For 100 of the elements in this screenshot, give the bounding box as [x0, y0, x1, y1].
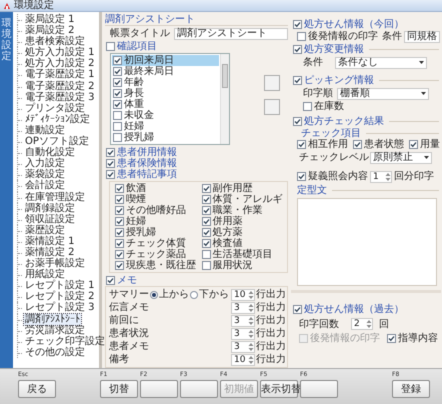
checkbox[interactable] [202, 184, 210, 193]
tree-item[interactable]: 労災請求設定 [24, 324, 86, 336]
checkbox[interactable] [303, 102, 312, 111]
side-tab[interactable]: 環境設定 [0, 12, 13, 368]
checkbox[interactable] [353, 140, 362, 149]
dropdown[interactable]: 条件なし [335, 56, 427, 68]
checkbox[interactable] [115, 195, 124, 204]
list-item[interactable]: 授乳婦 [112, 132, 219, 143]
tree-item[interactable]: プリンタ設定 [24, 102, 86, 114]
checkbox[interactable] [202, 250, 210, 259]
radio-button[interactable] [150, 290, 158, 298]
function-button[interactable]: 表示切替 [260, 380, 298, 398]
checkbox[interactable] [115, 261, 124, 270]
checkbox[interactable] [297, 140, 306, 149]
checkbox[interactable] [115, 228, 124, 237]
checkbox[interactable] [202, 261, 210, 270]
checkbox[interactable] [106, 159, 115, 168]
tree-item[interactable]: その他の設定 [24, 346, 86, 358]
list-item[interactable]: 体重 [112, 99, 219, 110]
tree-item[interactable]: 調剤録設定 [24, 202, 76, 214]
tree-item[interactable]: 入力設定 [24, 158, 66, 170]
checkbox[interactable] [113, 133, 122, 142]
number-field[interactable]: 10 [231, 288, 255, 300]
tree-item[interactable]: 患者検索設定 [24, 36, 86, 48]
tree-item[interactable]: チェック印字設定 [24, 336, 106, 347]
tree-item[interactable]: 電子薬歴設定 2 [24, 80, 96, 92]
tree-item[interactable]: 連動設定 [24, 124, 66, 136]
checkbox[interactable] [113, 56, 122, 65]
checkbox[interactable] [293, 44, 302, 54]
tree-item[interactable]: 自動化設定 [24, 147, 76, 158]
function-button[interactable]: 登録 [392, 380, 430, 398]
checkbox[interactable] [115, 239, 124, 248]
radio-button[interactable] [190, 290, 198, 298]
checkbox[interactable] [113, 111, 122, 120]
function-button[interactable]: 切替 [100, 380, 138, 398]
tree-item[interactable]: レセプト設定 2 [24, 291, 96, 302]
number-field[interactable]: 3 [231, 302, 255, 314]
checkbox[interactable] [293, 116, 302, 126]
tree-item[interactable]: レセプト設定 3 [24, 302, 96, 314]
checkbox[interactable] [106, 276, 115, 285]
number-field[interactable]: 3 [231, 314, 255, 326]
function-button[interactable] [180, 380, 218, 398]
tree-item[interactable]: 薬局設定 1 [24, 14, 76, 25]
checkbox[interactable] [202, 217, 210, 226]
dropdown[interactable]: 棚番順 [337, 88, 429, 100]
list-item[interactable]: 妊婦 [112, 121, 219, 132]
checkbox[interactable] [113, 67, 122, 76]
checkbox[interactable] [202, 195, 210, 204]
tree-item[interactable]: 処方入力設定 2 [24, 58, 96, 70]
checkbox[interactable] [113, 89, 122, 98]
checkbox[interactable] [387, 334, 396, 343]
checkbox[interactable] [293, 304, 302, 314]
checkbox[interactable] [293, 76, 302, 84]
function-button[interactable] [300, 380, 338, 398]
checkbox[interactable] [113, 100, 122, 109]
function-button[interactable]: 戻る [18, 380, 56, 398]
tree-item[interactable]: 電子薬歴設定 3 [24, 92, 96, 103]
tree-item[interactable]: 用紙設定 [24, 269, 66, 280]
number-field[interactable]: 3 [231, 340, 255, 352]
tree-item[interactable]: 薬情設定 2 [24, 246, 76, 258]
tree-item[interactable]: 薬情設定 1 [24, 236, 76, 247]
number-field[interactable]: 1 [370, 170, 392, 182]
tree-item[interactable]: 在庫管理設定 [24, 192, 86, 202]
tree-item[interactable]: 処方入力設定 1 [24, 47, 96, 58]
checkbox[interactable] [106, 42, 115, 51]
number-field[interactable]: 3 [231, 328, 255, 340]
checkbox[interactable] [115, 206, 124, 215]
checkbox[interactable] [202, 206, 210, 215]
checkbox[interactable] [115, 184, 124, 193]
dropdown[interactable]: 原則禁止 [370, 152, 432, 164]
list-item[interactable]: 初回来局日 [112, 55, 219, 66]
tree-item[interactable]: お薬手帳設定 [24, 258, 86, 270]
list-item[interactable]: 未収金 [112, 110, 219, 121]
checkbox[interactable] [297, 32, 306, 41]
tree-item[interactable]: 薬局設定 2 [24, 25, 76, 36]
checkbox[interactable] [113, 78, 122, 87]
condition-field[interactable]: 同規格 [404, 30, 440, 42]
checkbox[interactable] [297, 172, 306, 181]
tree-item[interactable]: 会計設定 [24, 180, 66, 192]
tree-item[interactable]: OPソフト設定 [24, 136, 90, 148]
checkbox[interactable] [113, 122, 122, 131]
checkbox[interactable] [106, 170, 115, 179]
tree-item[interactable]: レセプト設定 1 [24, 280, 96, 292]
number-field[interactable]: 10 [231, 354, 255, 366]
checkbox[interactable] [115, 250, 124, 259]
checkbox[interactable] [202, 228, 210, 237]
tree-item[interactable]: 薬袋設定 [24, 169, 66, 180]
list-item[interactable]: 身長 [112, 88, 219, 99]
tree-item[interactable]: 薬歴設定 [24, 224, 66, 236]
template-field[interactable] [297, 198, 437, 286]
checkbox[interactable] [293, 20, 302, 28]
tree-item[interactable]: ﾒﾃﾞｨｹｰｼｮﾝ設定 [24, 114, 91, 125]
checkbox[interactable] [115, 217, 124, 226]
tree-item[interactable]: 領収証設定 [24, 214, 76, 225]
list-item[interactable]: 年齢 [112, 77, 219, 88]
checkbox[interactable] [106, 148, 115, 157]
list-item[interactable]: 最終来局日 [112, 66, 219, 77]
function-button[interactable] [140, 380, 178, 398]
scrollbar[interactable] [220, 54, 229, 144]
tree-item[interactable]: 電子薬歴設定 1 [24, 69, 96, 80]
